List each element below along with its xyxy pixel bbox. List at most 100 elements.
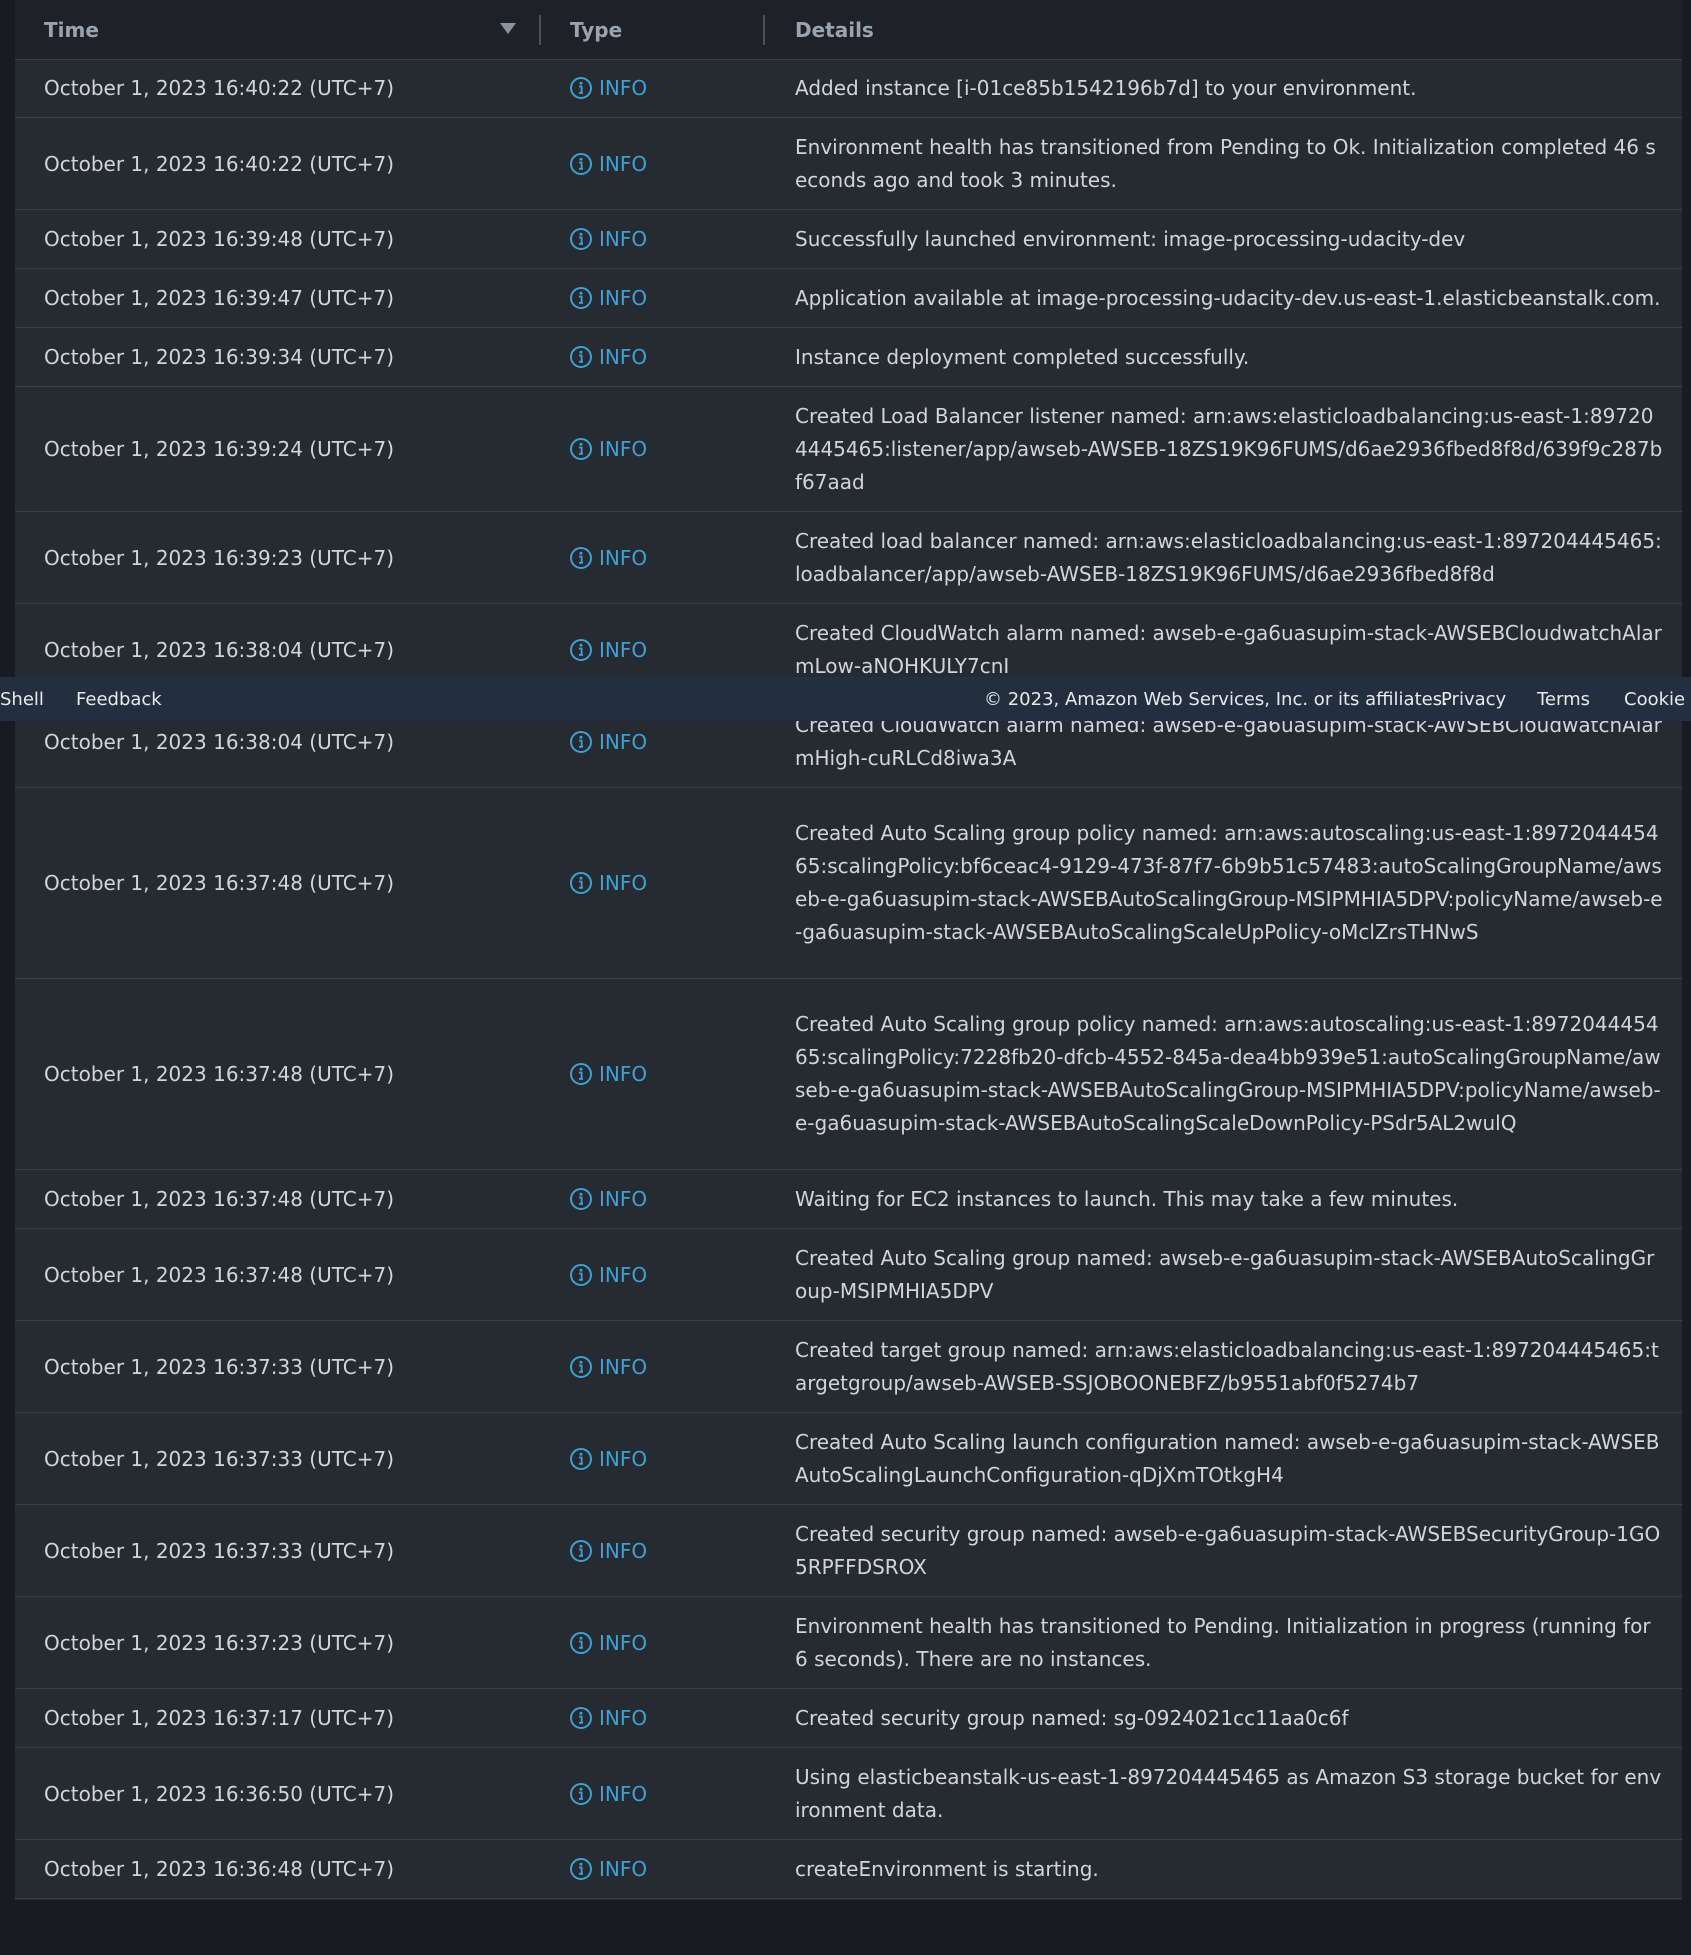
event-details: Environment health has transitioned to P… (795, 1597, 1665, 1688)
event-type-label: INFO (599, 545, 648, 570)
event-time: October 1, 2023 16:37:48 (UTC+7) (44, 1262, 395, 1287)
event-time: October 1, 2023 16:37:48 (UTC+7) (44, 871, 395, 895)
cloudshell-link[interactable]: Shell (0, 677, 44, 721)
event-type-label: INFO (599, 1857, 648, 1881)
info-circle-icon (570, 1782, 592, 1805)
events-table: Time Type Details October 1, 2023 16:40:… (15, 0, 1682, 1900)
event-details: Created Auto Scaling group policy named:… (795, 788, 1665, 978)
event-details: Added instance [i-01ce85b1542196b7d] to … (795, 59, 1665, 117)
table-row[interactable]: October 1, 2023 16:39:47 (UTC+7) INFO Appl… (15, 269, 1682, 328)
event-time: October 1, 2023 16:36:50 (UTC+7) (44, 1781, 395, 1806)
event-type-label: INFO (599, 151, 648, 176)
info-circle-icon (570, 1707, 592, 1729)
event-type-label: INFO (599, 1538, 648, 1563)
event-time: October 1, 2023 16:39:47 (UTC+7) (44, 286, 395, 310)
event-details: Created target group named: arn:aws:elas… (795, 1321, 1665, 1412)
page: Time Type Details October 1, 2023 16:40:… (0, 0, 1691, 1955)
event-type-label: INFO (599, 1062, 648, 1086)
table-header: Time Type Details (15, 0, 1682, 60)
event-type-label: INFO (599, 227, 648, 251)
event-type: INFO (569, 210, 647, 268)
table-row[interactable]: October 1, 2023 16:36:50 (UTC+7) INFO Usin… (15, 1748, 1682, 1840)
event-type-label: INFO (599, 1262, 648, 1287)
event-details-text: Created load balancer named: arn:aws:ela… (795, 528, 1662, 586)
event-type: INFO (569, 979, 647, 1169)
info-circle-icon (570, 1858, 592, 1880)
event-type: INFO (569, 1597, 647, 1688)
event-details: Created Auto Scaling launch configuratio… (795, 1413, 1665, 1504)
info-circle-icon (570, 1355, 592, 1378)
event-details-text: Created CloudWatch alarm named: awseb-e-… (795, 620, 1662, 678)
event-type-label: INFO (599, 729, 648, 754)
table-row[interactable]: October 1, 2023 16:37:33 (UTC+7) INFO Crea… (15, 1321, 1682, 1413)
event-type-label: INFO (599, 1781, 648, 1806)
info-circle-icon (570, 1631, 592, 1654)
event-time: October 1, 2023 16:37:48 (UTC+7) (44, 1062, 395, 1086)
column-header-time[interactable]: Time (44, 0, 534, 60)
info-circle-icon (570, 346, 592, 368)
event-time: October 1, 2023 16:39:48 (UTC+7) (44, 227, 395, 251)
table-row[interactable]: October 1, 2023 16:37:33 (UTC+7) INFO Crea… (15, 1413, 1682, 1505)
terms-link[interactable]: Terms (1537, 677, 1590, 721)
event-type-label: INFO (599, 345, 648, 369)
column-header-type[interactable]: Type (570, 0, 622, 60)
event-details: Instance deployment completed successful… (795, 328, 1665, 386)
event-type: INFO (569, 1840, 647, 1898)
table-row[interactable]: October 1, 2023 16:37:33 (UTC+7) INFO Crea… (15, 1505, 1682, 1597)
info-circle-icon (570, 1063, 592, 1085)
event-details: createEnvironment is starting. (795, 1840, 1665, 1898)
event-type-label: INFO (599, 437, 648, 461)
event-details-text: createEnvironment is starting. (795, 1856, 1099, 1881)
table-row[interactable]: October 1, 2023 16:39:48 (UTC+7) INFO Succ… (15, 210, 1682, 269)
event-time: October 1, 2023 16:37:23 (UTC+7) (44, 1630, 395, 1655)
table-row[interactable]: October 1, 2023 16:39:23 (UTC+7) INFO Crea… (15, 512, 1682, 604)
event-details-text: Environment health has transitioned to P… (795, 1613, 1651, 1671)
event-type: INFO (569, 512, 647, 603)
info-circle-icon (570, 872, 592, 894)
event-type: INFO (569, 788, 647, 978)
table-row[interactable]: October 1, 2023 16:37:48 (UTC+7) INFO Crea… (15, 1229, 1682, 1321)
info-circle-icon (570, 730, 592, 753)
event-time: October 1, 2023 16:40:22 (UTC+7) (44, 151, 395, 176)
column-resizer[interactable] (763, 15, 765, 45)
event-details-text: Waiting for EC2 instances to launch. Thi… (795, 1186, 1459, 1211)
info-circle-icon (570, 1539, 592, 1562)
privacy-link[interactable]: Privacy (1441, 677, 1506, 721)
info-circle-icon (570, 546, 592, 569)
event-type: INFO (569, 1321, 647, 1412)
event-details-text: Added instance [i-01ce85b1542196b7d] to … (795, 75, 1417, 100)
table-row[interactable]: October 1, 2023 16:40:22 (UTC+7) INFO Adde… (15, 59, 1682, 118)
info-circle-icon (570, 152, 592, 175)
table-row[interactable]: October 1, 2023 16:37:48 (UTC+7) INFO Wait… (15, 1170, 1682, 1229)
event-type-label: INFO (599, 871, 648, 895)
event-time: October 1, 2023 16:39:34 (UTC+7) (44, 345, 395, 369)
table-row[interactable]: October 1, 2023 16:36:48 (UTC+7) INFO crea… (15, 1840, 1682, 1899)
event-type-label: INFO (599, 1446, 648, 1471)
table-row[interactable]: October 1, 2023 16:40:22 (UTC+7) INFO Envi… (15, 118, 1682, 210)
event-type-label: INFO (599, 1706, 648, 1730)
event-time: October 1, 2023 16:37:33 (UTC+7) (44, 1354, 395, 1379)
event-time: October 1, 2023 16:36:48 (UTC+7) (44, 1857, 395, 1881)
table-row[interactable]: October 1, 2023 16:37:23 (UTC+7) INFO Envi… (15, 1597, 1682, 1689)
info-circle-icon (570, 1447, 592, 1470)
event-type: INFO (569, 1229, 647, 1320)
info-circle-icon (570, 1263, 592, 1286)
event-type: INFO (569, 1413, 647, 1504)
event-details: Successfully launched environment: image… (795, 210, 1665, 268)
column-resizer[interactable] (539, 15, 541, 45)
cookie-preferences-link[interactable]: Cookie p (1624, 677, 1691, 721)
event-type-label: INFO (599, 1630, 648, 1655)
feedback-link[interactable]: Feedback (76, 677, 162, 721)
event-time: October 1, 2023 16:40:22 (UTC+7) (44, 76, 395, 100)
table-row[interactable]: October 1, 2023 16:37:48 (UTC+7) INFO Crea… (15, 979, 1682, 1170)
table-row[interactable]: October 1, 2023 16:39:24 (UTC+7) INFO Crea… (15, 387, 1682, 512)
event-details-text: Created security group named: awseb-e-ga… (795, 1521, 1661, 1579)
table-row[interactable]: October 1, 2023 16:37:17 (UTC+7) INFO Crea… (15, 1689, 1682, 1748)
column-header-details[interactable]: Details (795, 0, 874, 60)
event-details: Created Auto Scaling group policy named:… (795, 979, 1665, 1169)
table-row[interactable]: October 1, 2023 16:37:48 (UTC+7) INFO Crea… (15, 788, 1682, 979)
sort-descending-icon[interactable] (500, 23, 516, 34)
copyright-text: © 2023, Amazon Web Services, Inc. or its… (984, 688, 1448, 710)
event-time: October 1, 2023 16:39:24 (UTC+7) (44, 437, 395, 461)
table-row[interactable]: October 1, 2023 16:39:34 (UTC+7) INFO Inst… (15, 328, 1682, 387)
